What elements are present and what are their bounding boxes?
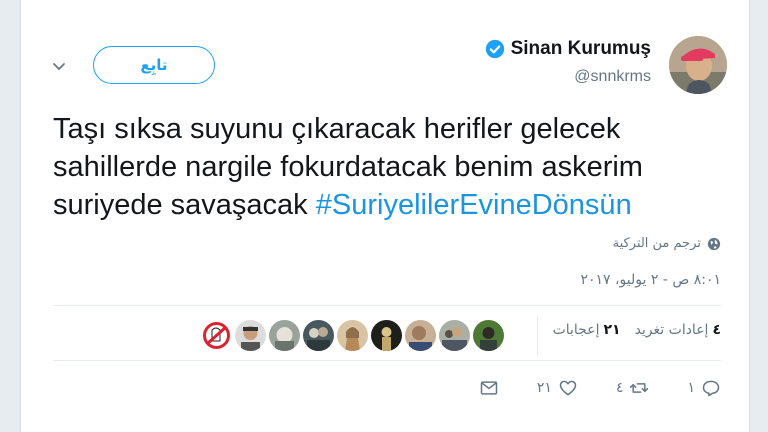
likes-count: ٢١ — [603, 322, 621, 338]
retweets-label: إعادات تغريد — [634, 322, 709, 338]
likes-label: إعجابات — [552, 322, 600, 338]
ghostbusters-avatar[interactable] — [201, 320, 232, 351]
globe-icon — [707, 237, 721, 250]
like-count: ٢١ — [536, 380, 552, 396]
author-avatar[interactable] — [669, 36, 727, 94]
reply-count: ١ — [687, 380, 695, 396]
like-button[interactable]: ٢١ — [537, 378, 578, 398]
translate-label: ترجم من التركية — [612, 236, 701, 251]
direct-message-button[interactable] — [479, 378, 499, 398]
photo-avatar[interactable] — [269, 320, 300, 351]
woman-avatar[interactable] — [337, 320, 368, 351]
chevron-down-icon[interactable] — [51, 58, 67, 74]
tweet-stats: ٤إعادات تغريد ٢١إعجابات — [553, 322, 721, 338]
tweet-card: Sinan Kurumuş @snnkrms تابِع Taşı sıksa … — [20, 0, 750, 432]
reply-icon — [702, 380, 720, 397]
green-avatar[interactable] — [473, 320, 504, 351]
likers-avatars — [201, 320, 504, 351]
retweets-count: ٤ — [712, 322, 721, 338]
author-handle[interactable]: @snnkrms — [574, 68, 651, 86]
man-avatar[interactable] — [235, 320, 266, 351]
dark-figure-avatar[interactable] — [371, 320, 402, 351]
tweet-hashtag-link[interactable]: #SuriyelilerEvineDönsün — [316, 189, 632, 221]
retweets-stat[interactable]: ٤إعادات تغريد — [635, 322, 721, 338]
stats-separator — [537, 316, 538, 356]
tweet-actions: ١ ٤ ٢١ — [441, 378, 721, 398]
retweet-button[interactable]: ٤ — [616, 378, 650, 398]
author-name-row[interactable]: Sinan Kurumuş — [485, 38, 651, 60]
heart-icon — [559, 380, 577, 396]
tweet-timestamp[interactable]: ٨:٠١ ص - ٢ يوليو، ٢٠١٧ — [581, 272, 722, 288]
crowd-avatar[interactable] — [439, 320, 470, 351]
retweet-count: ٤ — [615, 380, 624, 396]
likes-stat[interactable]: ٢١إعجابات — [553, 322, 621, 338]
person-with-cap-icon — [669, 36, 727, 94]
divider-top — [53, 305, 721, 306]
people-avatar[interactable] — [303, 320, 334, 351]
author-name[interactable]: Sinan Kurumuş — [511, 38, 651, 60]
retweet-icon — [630, 383, 649, 393]
divider-bottom — [53, 360, 721, 361]
envelope-icon — [480, 381, 498, 395]
tweet-text: Taşı sıksa suyunu çıkaracak herifler gel… — [53, 110, 733, 224]
person-avatar[interactable] — [405, 320, 436, 351]
verified-badge-icon — [485, 39, 504, 59]
follow-button[interactable]: تابِع — [93, 46, 215, 84]
translate-link[interactable]: ترجم من التركية — [613, 236, 721, 251]
reply-button[interactable]: ١ — [687, 378, 721, 398]
